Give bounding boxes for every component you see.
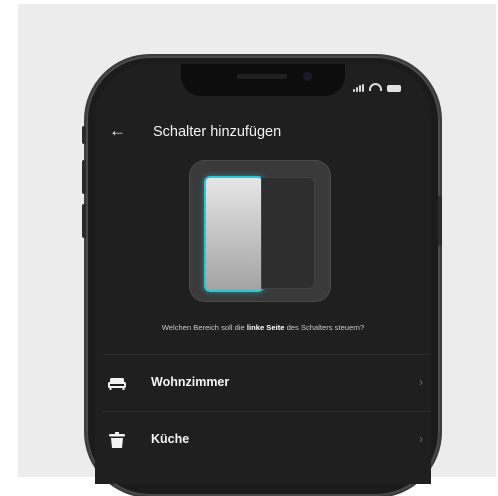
app-bar: ← Schalter hinzufügen: [95, 114, 431, 152]
front-camera: [303, 72, 312, 81]
chevron-right-icon: ›: [419, 432, 423, 446]
instruction-emphasis: linke Seite: [246, 323, 285, 332]
battery-icon: [387, 85, 401, 92]
notch: [181, 64, 345, 96]
instruction-text: Welchen Bereich soll die linke Seite des…: [95, 322, 431, 333]
room-item-kueche[interactable]: Küche ›: [103, 411, 431, 468]
volume-down-button: [82, 204, 86, 238]
instruction-text-end: des Schalters steuern?: [284, 323, 365, 332]
kitchen-icon: [109, 432, 125, 448]
switch-right-side: [261, 177, 315, 289]
phone-screen: ← Schalter hinzufügen Welchen Bereich so…: [95, 64, 431, 484]
room-label-kueche: Küche: [151, 432, 190, 446]
mute-switch: [82, 126, 86, 144]
status-bar: [353, 83, 401, 92]
switch-preview: [189, 160, 331, 302]
signal-icon: [353, 84, 364, 92]
room-label-wohnzimmer: Wohnzimmer: [151, 375, 230, 389]
volume-up-button: [82, 160, 86, 194]
power-button: [438, 196, 442, 246]
chevron-right-icon: ›: [419, 375, 423, 389]
switch-left-side: [204, 176, 264, 292]
sofa-icon: [108, 378, 126, 390]
room-item-wohnzimmer[interactable]: Wohnzimmer ›: [103, 354, 431, 411]
page-title: Schalter hinzufügen: [153, 124, 282, 140]
room-list: Wohnzimmer › Küche ›: [95, 354, 431, 468]
wifi-icon: [369, 83, 382, 91]
instruction-text-start: Welchen Bereich soll die: [161, 323, 247, 332]
arrow-left-icon[interactable]: ←: [109, 121, 126, 141]
speaker-grille: [237, 74, 287, 79]
